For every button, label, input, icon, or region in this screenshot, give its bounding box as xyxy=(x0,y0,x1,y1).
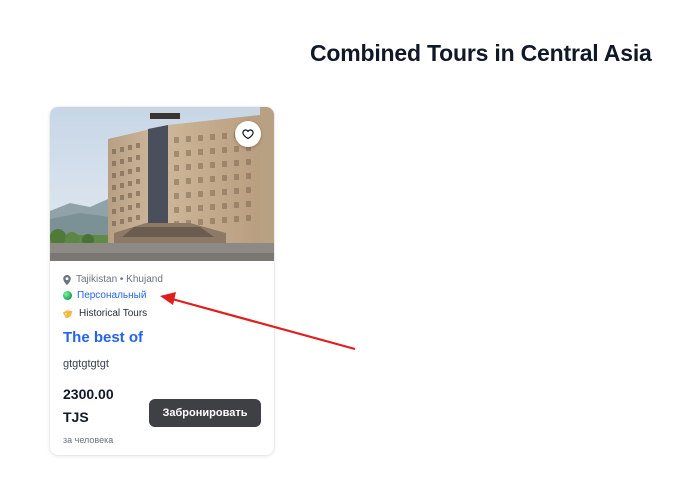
map-pin-icon xyxy=(63,274,71,285)
price-currency: TJS xyxy=(63,409,89,425)
tour-card[interactable]: Tajikistan • Khujand Персональный Histor… xyxy=(50,107,274,455)
tour-description: gtgtgtgtgt xyxy=(63,358,109,370)
tour-location: Tajikistan • Khujand xyxy=(63,274,163,285)
tour-type: Персональный xyxy=(63,290,146,301)
page-title: Combined Tours in Central Asia xyxy=(310,40,652,66)
tour-category: Historical Tours xyxy=(63,308,147,319)
location-text: Tajikistan • Khujand xyxy=(76,274,163,285)
heart-outline-icon xyxy=(242,129,254,140)
favorite-button[interactable] xyxy=(235,121,261,147)
tour-type-text: Персональный xyxy=(77,290,147,301)
tour-title-link[interactable]: The best of xyxy=(63,329,143,346)
price-block: 2300.00 TJS за человека xyxy=(63,383,143,445)
green-globe-dot-icon xyxy=(63,291,72,300)
book-button[interactable]: Забронировать xyxy=(149,399,261,427)
tag-icon xyxy=(63,310,73,318)
price-note: за человека xyxy=(63,435,114,445)
tour-image[interactable] xyxy=(50,107,274,261)
price-amount: 2300.00 xyxy=(63,386,114,402)
category-text: Historical Tours xyxy=(79,308,148,319)
